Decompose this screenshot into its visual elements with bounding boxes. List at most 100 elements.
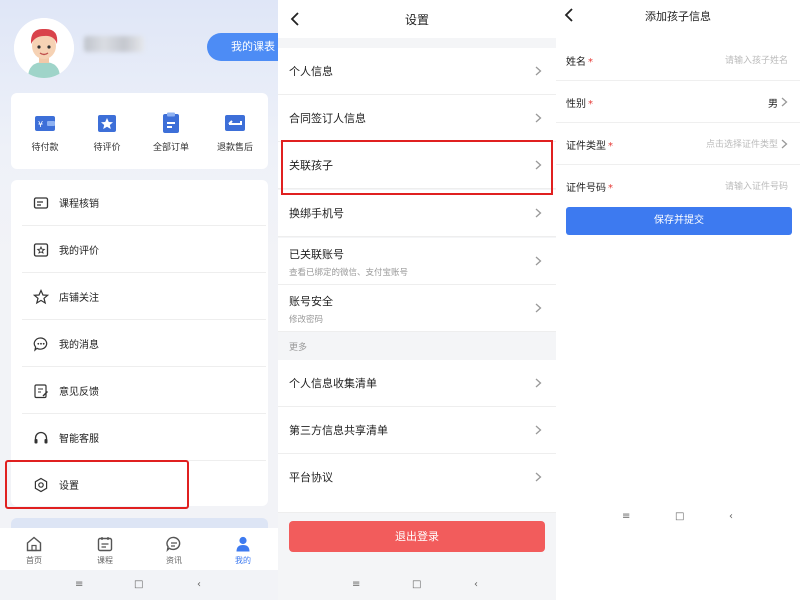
calendar-icon — [96, 535, 114, 553]
section-more-label: 更多 — [289, 343, 308, 353]
row-label: 账号安全 — [289, 295, 333, 308]
menu-label: 智能客服 — [59, 434, 99, 445]
settings-row-platform-agreement[interactable]: 平台协议 — [278, 454, 556, 513]
tab-label: 资讯 — [166, 556, 182, 565]
avatar[interactable] — [14, 18, 74, 78]
row-sublabel: 修改密码 — [289, 315, 324, 325]
menu-label: 店铺关注 — [59, 293, 99, 304]
link-child-highlight-box — [281, 140, 553, 195]
field-id-number[interactable]: 证件号码 * 请输入证件号码 — [556, 165, 800, 207]
settings-row-personal-info[interactable]: 个人信息 — [278, 48, 556, 95]
chevron-right-icon — [535, 66, 542, 76]
ticket-icon — [33, 195, 49, 211]
order-shortcuts: ¥ 待付款 待评价 全部订单 退款售后 — [11, 93, 268, 169]
id-type-select[interactable]: 点击选择证件类型 — [706, 137, 778, 150]
recent-apps-button[interactable]: ≡ — [352, 579, 360, 590]
menu-label: 我的评价 — [59, 246, 99, 257]
tab-label: 课程 — [97, 556, 113, 565]
menu-label: 课程核销 — [59, 199, 99, 210]
headset-icon — [33, 430, 49, 446]
menu-item-my-messages[interactable]: 我的消息 — [22, 321, 266, 367]
field-label: 证件号码 * — [566, 183, 613, 194]
feedback-icon — [33, 383, 49, 399]
system-nav-bar: ≡ □ ‹ — [278, 572, 556, 600]
settings-highlight-box — [5, 460, 189, 509]
settings-screen: 设置 个人信息 合同签订人信息 关联孩子 换绑手机号 已关联账号 查看已绑定的微… — [278, 0, 556, 600]
tab-course[interactable]: 课程 — [85, 535, 125, 566]
refund-button[interactable]: 退款售后 — [205, 111, 265, 153]
chevron-right-icon — [535, 303, 542, 313]
field-id-type[interactable]: 证件类型 * 点击选择证件类型 — [556, 123, 800, 165]
logout-button[interactable]: 退出登录 — [289, 521, 545, 552]
menu-item-my-reviews[interactable]: 我的评价 — [22, 227, 266, 273]
svg-text:¥: ¥ — [38, 120, 43, 129]
pending-payment-button[interactable]: ¥ 待付款 — [15, 111, 75, 153]
settings-row-change-phone[interactable]: 换绑手机号 — [278, 190, 556, 237]
settings-row-account-security[interactable]: 账号安全 修改密码 — [278, 285, 556, 332]
home-button[interactable]: □ — [675, 511, 684, 522]
menu-item-course-verify[interactable]: 课程核销 — [22, 180, 266, 226]
profile-screen: 我的课表 ¥ 待付款 待评价 全部订单 退款售后 课程核销 我的评价 店铺关注 … — [0, 0, 278, 600]
field-name[interactable]: 姓名 * 请输入孩子姓名 — [556, 39, 800, 81]
refund-icon — [223, 111, 247, 135]
system-nav-bar: ≡ □ ‹ — [556, 504, 800, 532]
settings-row-third-party-sharing[interactable]: 第三方信息共享清单 — [278, 407, 556, 454]
field-label: 性别 * — [566, 99, 593, 110]
row-label: 第三方信息共享清单 — [289, 424, 388, 437]
settings-header: 设置 — [278, 0, 556, 38]
system-nav-bar: ≡ □ ‹ — [0, 572, 278, 600]
row-label: 平台协议 — [289, 471, 333, 484]
wallet-icon: ¥ — [33, 111, 57, 135]
tab-home[interactable]: 首页 — [14, 535, 54, 566]
chevron-right-icon — [781, 97, 788, 107]
my-schedule-button[interactable]: 我的课表 — [207, 33, 278, 61]
row-label: 个人信息 — [289, 65, 333, 78]
id-number-input[interactable]: 请输入证件号码 — [725, 179, 788, 192]
row-label: 已关联账号 — [289, 248, 344, 261]
chevron-right-icon — [535, 425, 542, 435]
save-submit-button[interactable]: 保存并提交 — [566, 207, 792, 235]
tab-label: 首页 — [26, 556, 42, 565]
star-badge-icon — [95, 111, 119, 135]
settings-row-info-collection[interactable]: 个人信息收集清单 — [278, 360, 556, 407]
add-child-screen: 添加孩子信息 姓名 * 请输入孩子姓名 性别 * 男 证件类型 * 点击选择证件类型 … — [556, 0, 800, 600]
chevron-right-icon — [535, 378, 542, 388]
order-list-icon — [159, 111, 183, 135]
settings-row-contract-signer[interactable]: 合同签订人信息 — [278, 95, 556, 142]
profile-menu: 课程核销 我的评价 店铺关注 我的消息 意见反馈 智能客服 设置 — [11, 180, 268, 506]
back-button[interactable]: ‹ — [197, 579, 201, 590]
chevron-right-icon — [535, 472, 542, 482]
menu-label: 我的消息 — [59, 340, 99, 351]
back-button[interactable]: ‹ — [474, 579, 478, 590]
review-icon — [33, 242, 49, 258]
row-label: 换绑手机号 — [289, 207, 344, 220]
field-gender[interactable]: 性别 * 男 — [556, 81, 800, 123]
page-title: 添加孩子信息 — [645, 10, 711, 23]
menu-item-feedback[interactable]: 意见反馈 — [22, 368, 266, 414]
home-button[interactable]: □ — [134, 579, 143, 590]
back-button[interactable]: ‹ — [729, 511, 733, 522]
home-icon — [25, 535, 43, 553]
field-label: 证件类型 * — [566, 141, 613, 152]
name-input[interactable]: 请输入孩子姓名 — [725, 53, 788, 66]
all-orders-button[interactable]: 全部订单 — [141, 111, 201, 153]
menu-item-smart-service[interactable]: 智能客服 — [22, 415, 266, 461]
news-icon — [165, 535, 183, 553]
quick-label: 退款售后 — [216, 143, 253, 153]
recent-apps-button[interactable]: ≡ — [75, 579, 83, 590]
recent-apps-button[interactable]: ≡ — [622, 511, 630, 522]
quick-label: 全部订单 — [152, 143, 189, 153]
menu-item-store-follow[interactable]: 店铺关注 — [22, 274, 266, 320]
settings-row-linked-accounts[interactable]: 已关联账号 查看已绑定的微信、支付宝账号 — [278, 238, 556, 285]
star-outline-icon — [33, 289, 49, 305]
row-label: 合同签订人信息 — [289, 112, 366, 125]
home-button[interactable]: □ — [412, 579, 421, 590]
chevron-right-icon — [535, 256, 542, 266]
row-label: 个人信息收集清单 — [289, 377, 377, 390]
chevron-right-icon — [535, 208, 542, 218]
tab-news[interactable]: 资讯 — [154, 535, 194, 566]
pending-review-button[interactable]: 待评价 — [77, 111, 137, 153]
page-title: 设置 — [404, 13, 429, 27]
tab-mine[interactable]: 我的 — [223, 535, 263, 566]
gender-select[interactable]: 男 — [768, 95, 778, 110]
